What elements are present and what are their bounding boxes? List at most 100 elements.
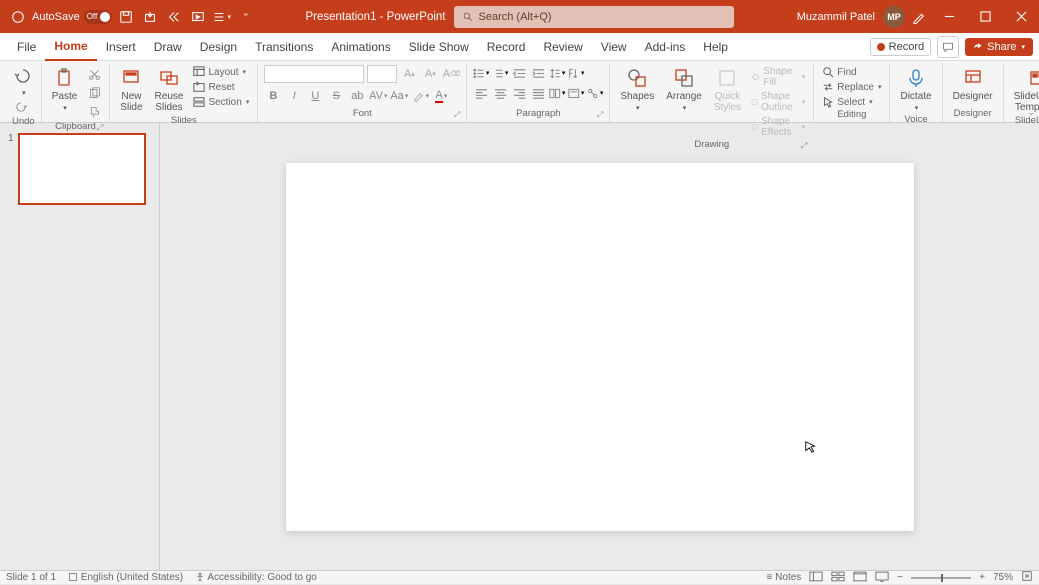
new-slide-button[interactable]: New Slide bbox=[116, 65, 146, 115]
share-button[interactable]: Share▾ bbox=[965, 38, 1033, 56]
tab-design[interactable]: Design bbox=[191, 33, 246, 61]
undo-button[interactable]: ▾ bbox=[12, 65, 34, 97]
dialog-launcher-icon[interactable]: ⤢ bbox=[97, 123, 103, 133]
format-painter-button[interactable] bbox=[85, 103, 103, 121]
bullets-button[interactable]: ▾ bbox=[473, 65, 489, 81]
align-right-button[interactable] bbox=[511, 85, 527, 101]
tab-animations[interactable]: Animations bbox=[322, 33, 399, 61]
find-button[interactable]: Find bbox=[820, 65, 883, 79]
replace-button[interactable]: Replace▾ bbox=[820, 80, 883, 94]
tab-file[interactable]: File bbox=[8, 33, 45, 61]
italic-button[interactable]: I bbox=[285, 87, 303, 105]
reset-button[interactable]: Reset bbox=[191, 80, 251, 94]
clear-formatting-button[interactable]: A⌫ bbox=[442, 65, 460, 83]
arrange-button[interactable]: Arrange▾ bbox=[662, 65, 706, 114]
maximize-button[interactable] bbox=[969, 0, 1001, 33]
font-color-button[interactable]: A▾ bbox=[432, 87, 450, 105]
tab-add-ins[interactable]: Add-ins bbox=[636, 33, 695, 61]
underline-button[interactable]: U bbox=[306, 87, 324, 105]
change-case-button[interactable]: Aa▾ bbox=[390, 87, 408, 105]
rewind-icon[interactable] bbox=[164, 7, 184, 27]
bold-button[interactable]: B bbox=[264, 87, 282, 105]
zoom-in-button[interactable]: + bbox=[979, 572, 985, 583]
quick-styles-button[interactable]: Quick Styles bbox=[710, 65, 745, 115]
align-center-button[interactable] bbox=[492, 85, 508, 101]
normal-view-icon[interactable] bbox=[809, 571, 823, 585]
list-icon[interactable]: ▾ bbox=[212, 7, 232, 27]
designer-button[interactable]: Designer bbox=[949, 65, 997, 104]
pen-icon[interactable] bbox=[909, 7, 929, 27]
strikethrough-button[interactable]: S bbox=[327, 87, 345, 105]
layout-button[interactable]: Layout▾ bbox=[191, 65, 251, 79]
zoom-out-button[interactable]: − bbox=[897, 572, 903, 583]
select-button[interactable]: Select▾ bbox=[820, 95, 883, 109]
autosave-toggle[interactable]: AutoSave Off bbox=[32, 10, 112, 24]
search-input[interactable]: Search (Alt+Q) bbox=[454, 6, 734, 28]
save-icon[interactable] bbox=[116, 7, 136, 27]
avatar[interactable]: MP bbox=[883, 6, 905, 28]
section-button[interactable]: Section▾ bbox=[191, 95, 251, 109]
tab-draw[interactable]: Draw bbox=[145, 33, 191, 61]
record-button[interactable]: Record bbox=[870, 38, 931, 56]
collapse-ribbon-icon[interactable]: ⌄ bbox=[1027, 107, 1035, 118]
smartart-button[interactable]: ▾ bbox=[587, 85, 603, 101]
reading-view-icon[interactable] bbox=[853, 571, 867, 585]
fit-to-window-button[interactable] bbox=[1021, 570, 1033, 585]
user-name[interactable]: Muzammil Patel bbox=[797, 11, 875, 23]
redo-button[interactable] bbox=[12, 98, 30, 116]
highlight-button[interactable]: ▾ bbox=[411, 87, 429, 105]
font-name-input[interactable] bbox=[264, 65, 364, 83]
slide-thumbnail-1[interactable] bbox=[18, 133, 146, 205]
line-spacing-button[interactable]: ▾ bbox=[549, 65, 565, 81]
comments-button[interactable] bbox=[937, 36, 959, 58]
tab-home[interactable]: Home bbox=[45, 33, 96, 61]
shadow-button[interactable]: ab bbox=[348, 87, 366, 105]
reuse-slides-button[interactable]: Reuse Slides bbox=[151, 65, 188, 115]
notes-button[interactable]: ≡ Notes bbox=[767, 572, 802, 583]
decrease-indent-button[interactable] bbox=[511, 65, 527, 81]
minimize-button[interactable] bbox=[933, 0, 965, 33]
present-from-beginning-icon[interactable] bbox=[188, 7, 208, 27]
paste-button[interactable]: Paste▾ bbox=[48, 65, 82, 114]
tab-review[interactable]: Review bbox=[534, 33, 591, 61]
accessibility-indicator[interactable]: Accessibility: Good to go bbox=[195, 572, 317, 583]
slide-indicator[interactable]: Slide 1 of 1 bbox=[6, 572, 56, 583]
text-direction-button[interactable]: ▾ bbox=[568, 65, 584, 81]
dictate-button[interactable]: Dictate▾ bbox=[896, 65, 935, 114]
tab-insert[interactable]: Insert bbox=[97, 33, 145, 61]
tab-record[interactable]: Record bbox=[478, 33, 535, 61]
qat-customize-icon[interactable]: ⁼ bbox=[236, 7, 256, 27]
increase-font-button[interactable]: A▴ bbox=[400, 65, 418, 83]
shape-outline-button[interactable]: Shape Outline▾ bbox=[749, 90, 807, 114]
sorter-view-icon[interactable] bbox=[831, 571, 845, 585]
copy-button[interactable] bbox=[85, 84, 103, 102]
tab-help[interactable]: Help bbox=[694, 33, 737, 61]
group-label-editing: Editing bbox=[820, 109, 883, 121]
shapes-button[interactable]: Shapes▾ bbox=[616, 65, 658, 114]
tab-transitions[interactable]: Transitions bbox=[246, 33, 322, 61]
font-size-input[interactable] bbox=[367, 65, 397, 83]
close-button[interactable] bbox=[1005, 0, 1037, 33]
increase-indent-button[interactable] bbox=[530, 65, 546, 81]
tab-slide-show[interactable]: Slide Show bbox=[400, 33, 478, 61]
shape-fill-button[interactable]: Shape Fill▾ bbox=[749, 65, 807, 89]
dialog-launcher-icon[interactable]: ⤢ bbox=[454, 110, 460, 120]
export-icon[interactable] bbox=[140, 7, 160, 27]
group-label-undo: Undo bbox=[12, 116, 35, 128]
decrease-font-button[interactable]: A▾ bbox=[421, 65, 439, 83]
zoom-slider[interactable] bbox=[911, 577, 971, 579]
justify-button[interactable] bbox=[530, 85, 546, 101]
language-indicator[interactable]: English (United States) bbox=[68, 572, 183, 583]
slide-canvas[interactable] bbox=[286, 163, 914, 531]
slideshow-view-icon[interactable] bbox=[875, 571, 889, 585]
align-text-button[interactable]: ▾ bbox=[568, 85, 584, 101]
tab-view[interactable]: View bbox=[592, 33, 636, 61]
char-spacing-button[interactable]: AV▾ bbox=[369, 87, 387, 105]
slide-editor[interactable] bbox=[160, 123, 1039, 570]
zoom-level[interactable]: 75% bbox=[993, 572, 1013, 583]
numbering-button[interactable]: ▾ bbox=[492, 65, 508, 81]
align-left-button[interactable] bbox=[473, 85, 489, 101]
dialog-launcher-icon[interactable]: ⤢ bbox=[597, 110, 603, 120]
cut-button[interactable] bbox=[85, 65, 103, 83]
columns-button[interactable]: ▾ bbox=[549, 85, 565, 101]
